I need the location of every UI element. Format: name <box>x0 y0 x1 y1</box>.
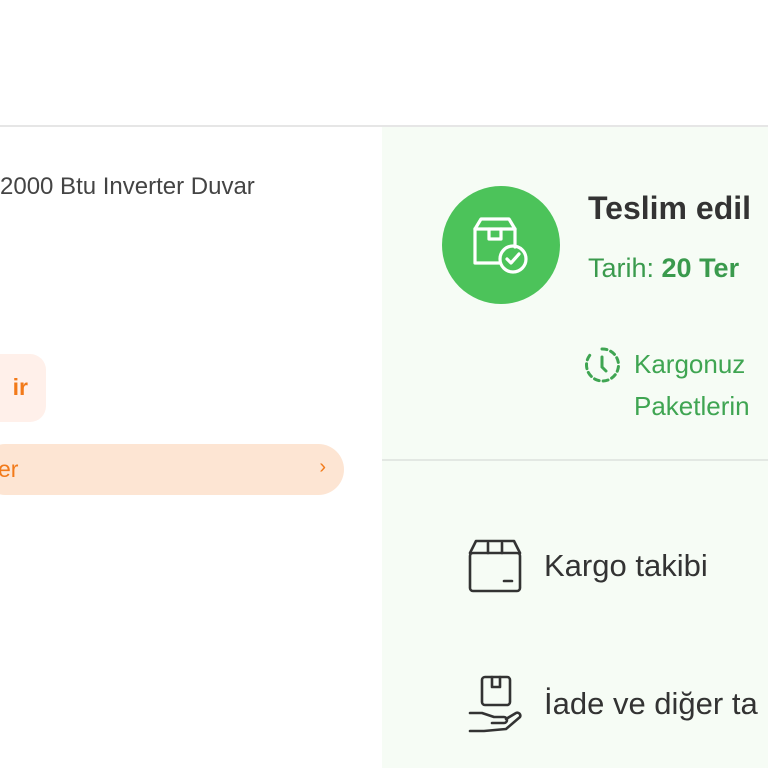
details-pill-button[interactable]: er › <box>0 444 344 495</box>
delivery-panel: Teslim edil Tarih: 20 Ter Kargonuz Paket… <box>382 127 768 768</box>
delivery-info-line1: Kargonuz <box>634 349 746 379</box>
delivery-info-line2: Paketlerin <box>634 391 750 421</box>
cargo-tracking-label: Kargo takibi <box>544 548 708 583</box>
seller-badge[interactable]: ir <box>0 354 46 422</box>
delivered-package-icon <box>442 186 560 304</box>
clock-info-icon <box>584 345 620 390</box>
delivery-date-value: 20 Ter <box>661 253 740 283</box>
box-icon <box>468 539 522 593</box>
delivery-date-label: Tarih: <box>588 253 662 283</box>
return-and-other-button[interactable]: İade ve diğer ta <box>466 673 758 735</box>
cargo-tracking-button[interactable]: Kargo takibi <box>466 537 708 595</box>
product-name[interactable]: 2000 Btu Inverter Duvar <box>0 172 255 202</box>
delivery-status-title: Teslim edil <box>588 190 752 226</box>
return-and-other-label: İade ve diğer ta <box>544 686 758 721</box>
delivery-date: Tarih: 20 Ter <box>588 253 739 284</box>
seller-badge-label: ir <box>12 374 28 400</box>
chevron-right-icon: › <box>319 456 326 478</box>
details-pill-label: er <box>0 456 19 482</box>
hand-box-icon <box>468 675 522 733</box>
panel-divider <box>382 459 768 461</box>
